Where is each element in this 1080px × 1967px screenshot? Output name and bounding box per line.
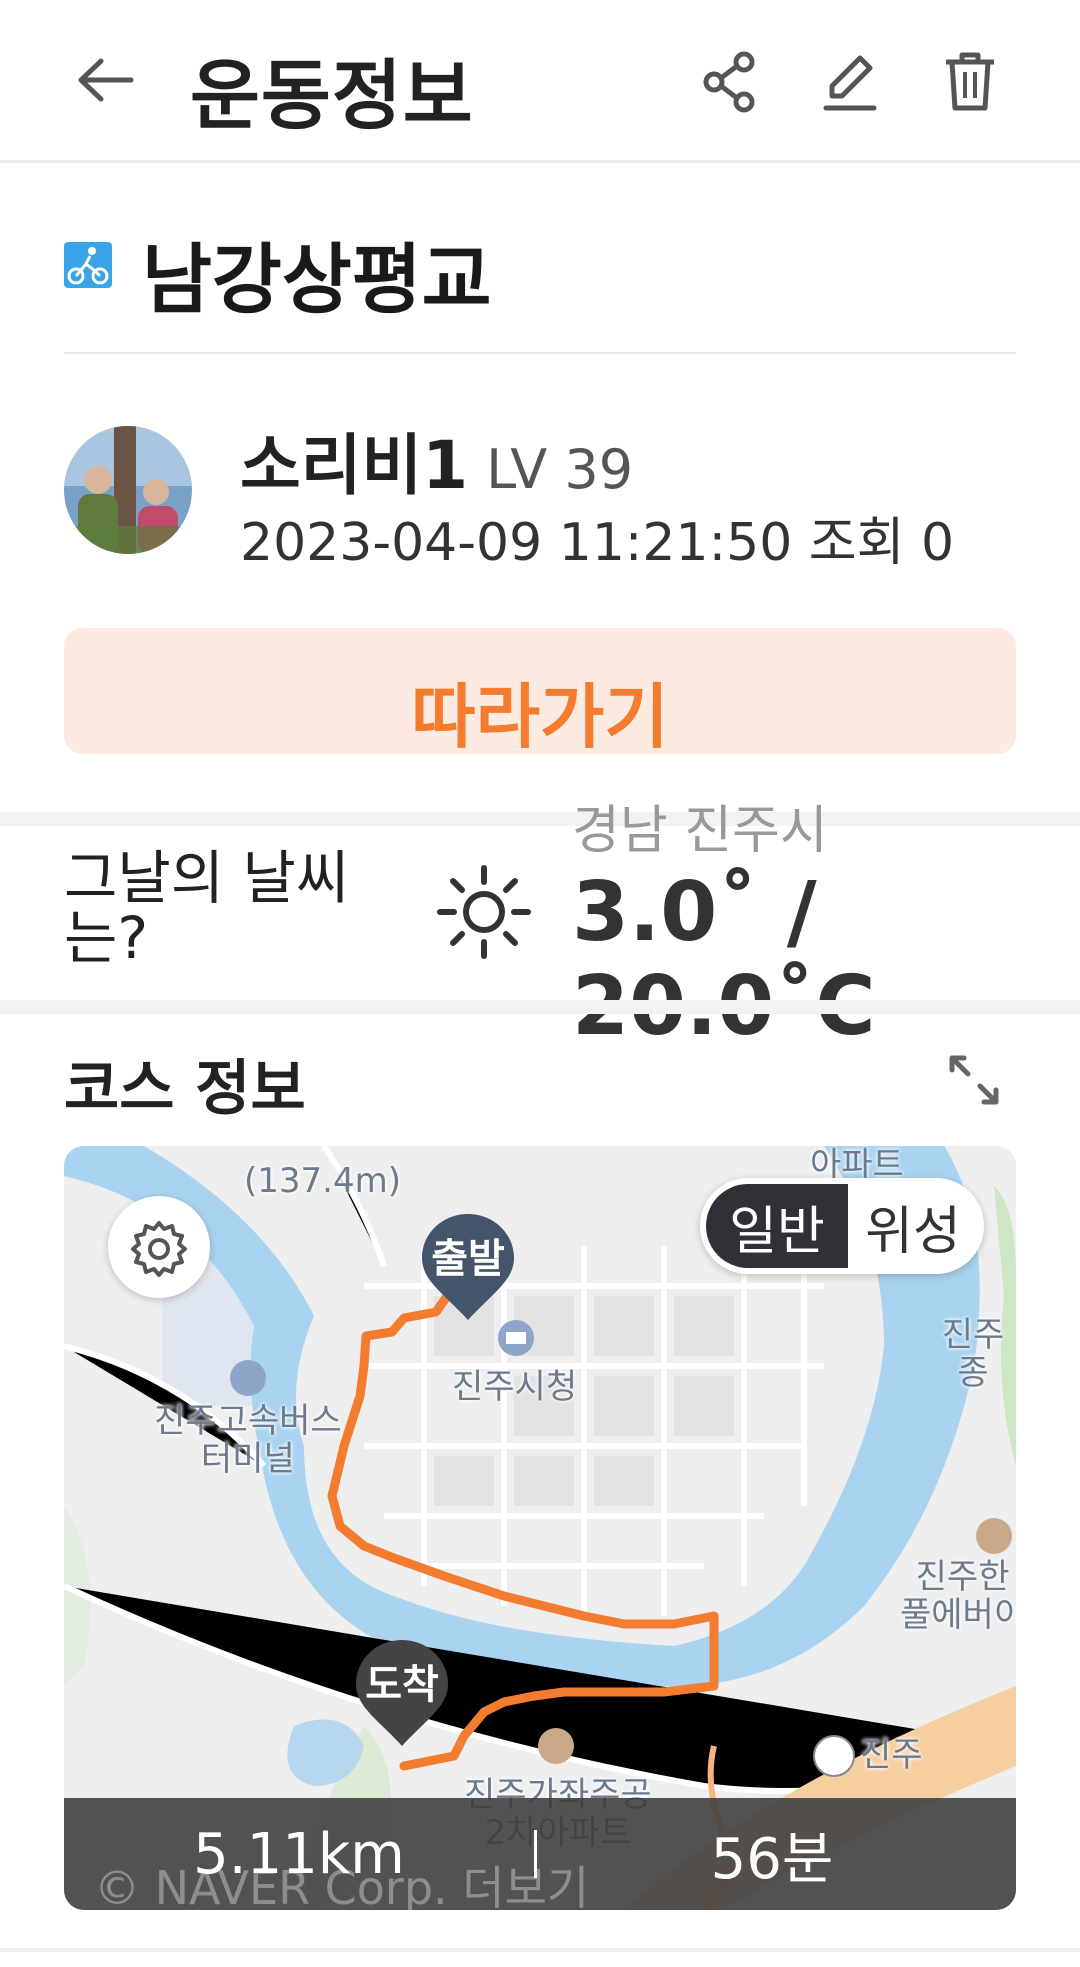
weather-location: 경남 진주시: [572, 801, 828, 861]
share-button[interactable]: [690, 42, 770, 122]
edit-icon: [823, 55, 877, 111]
sun-icon: [434, 862, 534, 962]
map-label-bus-terminal: 진주고속버스 터미널: [154, 1401, 342, 1479]
trash-icon: [946, 52, 994, 111]
follow-button-label: 따라가기: [411, 676, 669, 758]
user-name-row: 소리비1 LV 39: [240, 412, 633, 508]
course-duration: 56분: [710, 1826, 834, 1892]
course-info-title: 코스 정보: [64, 1054, 306, 1124]
expand-button[interactable]: [944, 1050, 1004, 1110]
back-button[interactable]: [70, 40, 140, 120]
map-label-peak: (137.4m): [244, 1161, 401, 1201]
map-settings-button[interactable]: [108, 1196, 210, 1298]
weather-temperature: 3.0˚ / 20.0˚C: [572, 866, 876, 1054]
map-type-satellite[interactable]: 위성: [848, 1184, 978, 1268]
temp-range-low: 3.0˚ /: [572, 865, 817, 960]
avatar[interactable]: [64, 426, 192, 554]
post-meta: 2023-04-09 11:21:50 조회 0: [240, 513, 955, 573]
course-map[interactable]: (137.4m) 아파트 진주시청 진주고속버스 터미널 진주종 진주한 풀에버…: [64, 1146, 1016, 1910]
map-type-normal[interactable]: 일반: [706, 1184, 848, 1268]
section-separator: [0, 1948, 1080, 1952]
user-level: LV 39: [486, 438, 634, 501]
map-label-jinju-jong: 진주종: [941, 1315, 1005, 1393]
map-label-ic: 진주: [860, 1735, 923, 1775]
user-name[interactable]: 소리비1: [240, 427, 468, 504]
share-icon: [703, 51, 755, 113]
map-label-jinju-han: 진주한 풀에버이: [900, 1557, 1016, 1635]
delete-button[interactable]: [930, 42, 1010, 122]
weather-label: 그날의 날씨는?: [64, 844, 350, 972]
start-marker[interactable]: 출발: [420, 1212, 516, 1322]
follow-button[interactable]: 따라가기: [64, 628, 1016, 758]
map-type-toggle[interactable]: 일반 위성: [700, 1178, 984, 1274]
end-marker-label: 도착: [365, 1662, 439, 1708]
cycling-icon: [64, 242, 112, 288]
expand-icon: [949, 1055, 999, 1105]
map-copyright[interactable]: © NAVER Corp. 더보기: [94, 1852, 589, 1910]
divider: [64, 352, 1016, 354]
section-separator: [0, 812, 1080, 826]
course-title: 남강상평교: [142, 235, 492, 324]
gear-icon: [131, 1221, 187, 1277]
header-bar: [0, 0, 1080, 163]
section-separator: [0, 1000, 1080, 1014]
map-label-city-hall: 진주시청: [452, 1367, 578, 1407]
end-marker[interactable]: 도착: [354, 1638, 450, 1748]
edit-button[interactable]: [810, 42, 890, 122]
back-arrow-icon: [78, 58, 134, 102]
page-title: 운동정보: [190, 51, 474, 140]
start-marker-label: 출발: [431, 1236, 505, 1282]
